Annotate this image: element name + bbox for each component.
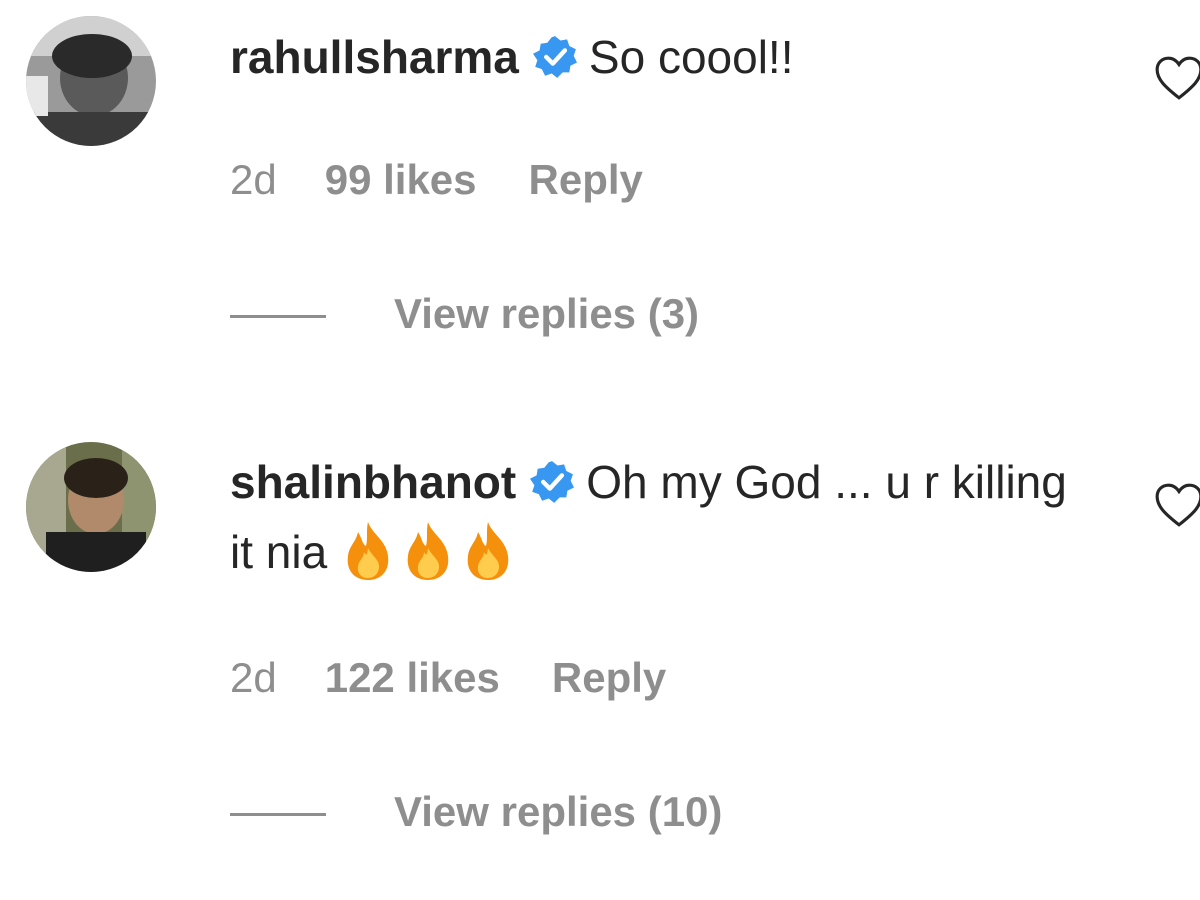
avatar-photo [26,16,156,146]
comment-body: rahullsharma So coool!! [230,22,1110,92]
comment-body: shalinbhanot Oh my God ... u r killing it… [230,447,1100,587]
avatar[interactable] [26,442,156,572]
comment-username[interactable]: rahullsharma [230,31,519,83]
comment-meta: 2d 99 likes Reply [230,156,643,204]
comment-username[interactable]: shalinbhanot [230,456,516,508]
comment-time[interactable]: 2d [230,156,277,204]
comment-time[interactable]: 2d [230,654,277,702]
view-replies-button[interactable]: View replies (10) [230,788,722,836]
replies-divider-line [230,315,326,319]
avatar-photo [26,442,156,572]
comment-likes[interactable]: 122 likes [325,654,500,702]
verified-badge-icon [530,460,575,504]
comment-likes[interactable]: 99 likes [325,156,477,204]
like-heart-icon[interactable] [1154,55,1200,101]
comment-meta: 2d 122 likes Reply [230,654,666,702]
fire-emoji-icon [460,520,516,582]
fire-emoji-icon [400,520,456,582]
reply-button[interactable]: Reply [552,654,666,702]
like-heart-icon[interactable] [1154,482,1200,528]
view-replies-button[interactable]: View replies (3) [230,290,699,338]
comments-list: rahullsharma So coool!! 2d 99 likes Reply V… [0,0,1200,900]
fire-emoji-icon [340,520,396,582]
view-replies-label: View replies (3) [394,290,700,337]
comment-text: So coool!! [588,31,794,83]
verified-badge-icon [532,35,577,79]
reply-button[interactable]: Reply [529,156,643,204]
replies-divider-line [230,813,326,817]
avatar[interactable] [26,16,156,146]
view-replies-label: View replies (10) [394,788,723,835]
